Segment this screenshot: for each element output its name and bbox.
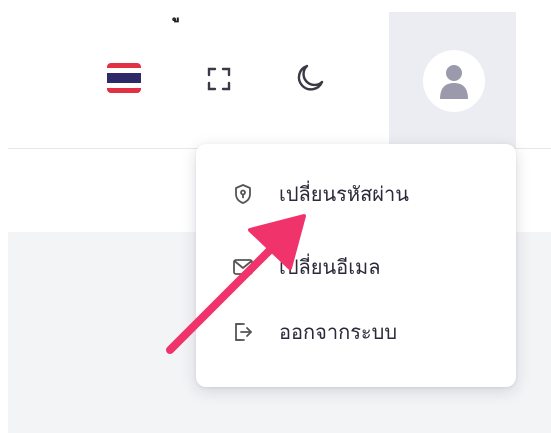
menu-item-label: เปลี่ยนรหัสผ่าน: [279, 182, 409, 206]
avatar[interactable]: [423, 50, 485, 112]
fullscreen-button[interactable]: [200, 60, 238, 98]
shield-keyhole-icon: [232, 183, 254, 205]
mail-icon: [232, 256, 254, 278]
menu-item-label: ออกจากระบบ: [279, 320, 398, 344]
moon-icon: [297, 64, 324, 91]
user-dropdown-menu: เปลี่ยนรหัสผ่าน เปลี่ยนอีเมล ออกจากระบบ: [196, 144, 516, 387]
language-switch-button[interactable]: [104, 60, 144, 96]
menu-item-change-password[interactable]: เปลี่ยนรหัสผ่าน: [196, 166, 516, 222]
thai-flag-icon: [107, 63, 141, 93]
user-avatar-icon: [440, 65, 468, 99]
theme-toggle-button[interactable]: [290, 58, 330, 98]
logout-icon: [232, 321, 254, 343]
menu-item-label: เปลี่ยนอีเมล: [279, 255, 381, 279]
menu-item-change-email[interactable]: เปลี่ยนอีเมล: [196, 239, 516, 295]
menu-item-logout[interactable]: ออกจากระบบ: [196, 304, 516, 360]
fullscreen-icon: [207, 67, 231, 91]
